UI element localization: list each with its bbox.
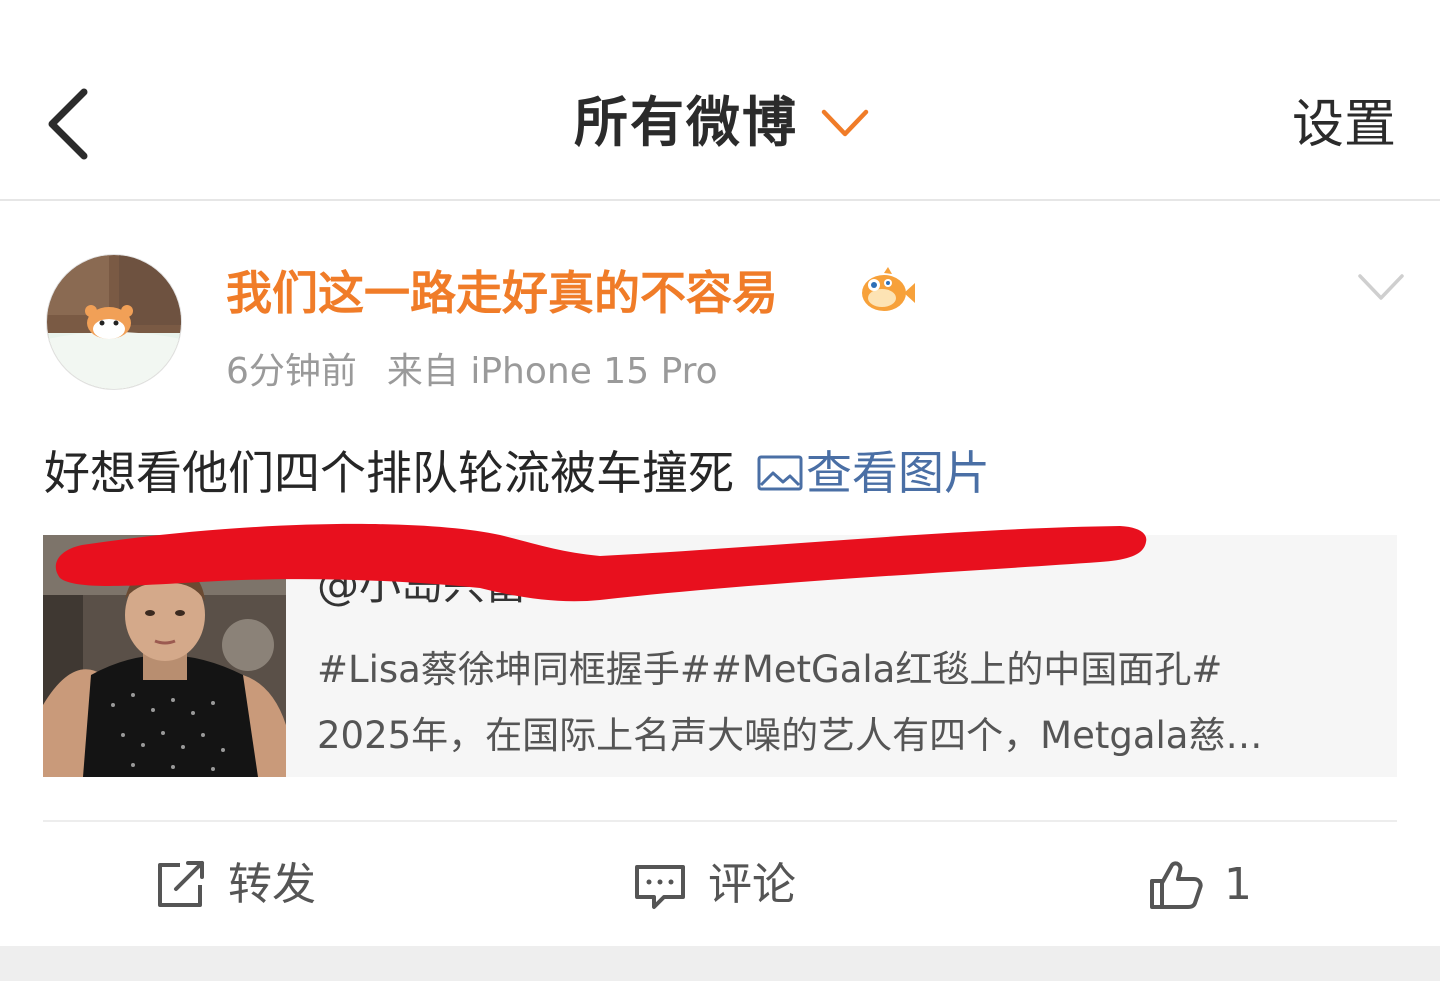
header-divider bbox=[0, 199, 1440, 201]
chevron-down-icon[interactable] bbox=[820, 106, 870, 140]
thumbs-up-icon bbox=[1150, 861, 1203, 909]
image-icon bbox=[757, 455, 803, 491]
repost-button[interactable]: 转发 bbox=[152, 850, 316, 920]
back-button[interactable] bbox=[36, 82, 106, 166]
repost-card[interactable]: @小岛兴富 #Lisa蔡徐坤同框握手##MetGala红毯上的中国面孔# 202… bbox=[43, 535, 1397, 777]
top-nav-bar: 所有微博 设置 bbox=[0, 0, 1440, 201]
avatar[interactable] bbox=[46, 254, 182, 390]
comment-button[interactable]: 评论 bbox=[632, 850, 796, 920]
post-text: 好想看他们四个排队轮流被车撞死 bbox=[44, 446, 734, 500]
post-menu-chevron-icon[interactable] bbox=[1356, 270, 1406, 304]
like-count: 1 bbox=[1224, 859, 1252, 910]
feed-filter-title[interactable]: 所有微博 bbox=[574, 88, 798, 158]
settings-button[interactable]: 设置 bbox=[1292, 90, 1396, 160]
bottom-separator bbox=[0, 946, 1440, 981]
repost-text-line-2: 2025年，在国际上名声大噪的艺人有四个，Metgala慈… bbox=[317, 714, 1263, 757]
action-divider bbox=[43, 820, 1397, 822]
repost-author[interactable]: @小岛兴富 bbox=[317, 555, 527, 615]
comment-label: 评论 bbox=[708, 859, 796, 910]
username[interactable]: 我们这一路走好真的不容易 bbox=[226, 258, 778, 328]
comment-icon bbox=[635, 865, 685, 909]
share-icon bbox=[158, 861, 204, 907]
like-button[interactable]: 1 bbox=[1148, 850, 1252, 920]
repost-label: 转发 bbox=[228, 859, 316, 910]
view-image-link[interactable]: 查看图片 bbox=[734, 446, 990, 500]
post-source: 来自 iPhone 15 Pro bbox=[386, 351, 718, 392]
post-meta: 6分钟前 来自 iPhone 15 Pro bbox=[226, 346, 718, 398]
repost-thumbnail bbox=[43, 535, 286, 777]
repost-text-line-1: #Lisa蔡徐坤同框握手##MetGala红毯上的中国面孔# bbox=[317, 648, 1223, 691]
post-body: 好想看他们四个排队轮流被车撞死 查看图片 bbox=[44, 440, 990, 506]
weibo-feed-page: 所有微博 设置 我们这一路走好真的不容易 6分钟前 来自 iPhone 15 P… bbox=[0, 0, 1440, 981]
puffer-fish-badge-icon bbox=[858, 265, 916, 317]
view-image-label: 查看图片 bbox=[806, 446, 990, 500]
post-time: 6分钟前 bbox=[226, 351, 357, 392]
back-arrow-icon bbox=[48, 88, 88, 160]
